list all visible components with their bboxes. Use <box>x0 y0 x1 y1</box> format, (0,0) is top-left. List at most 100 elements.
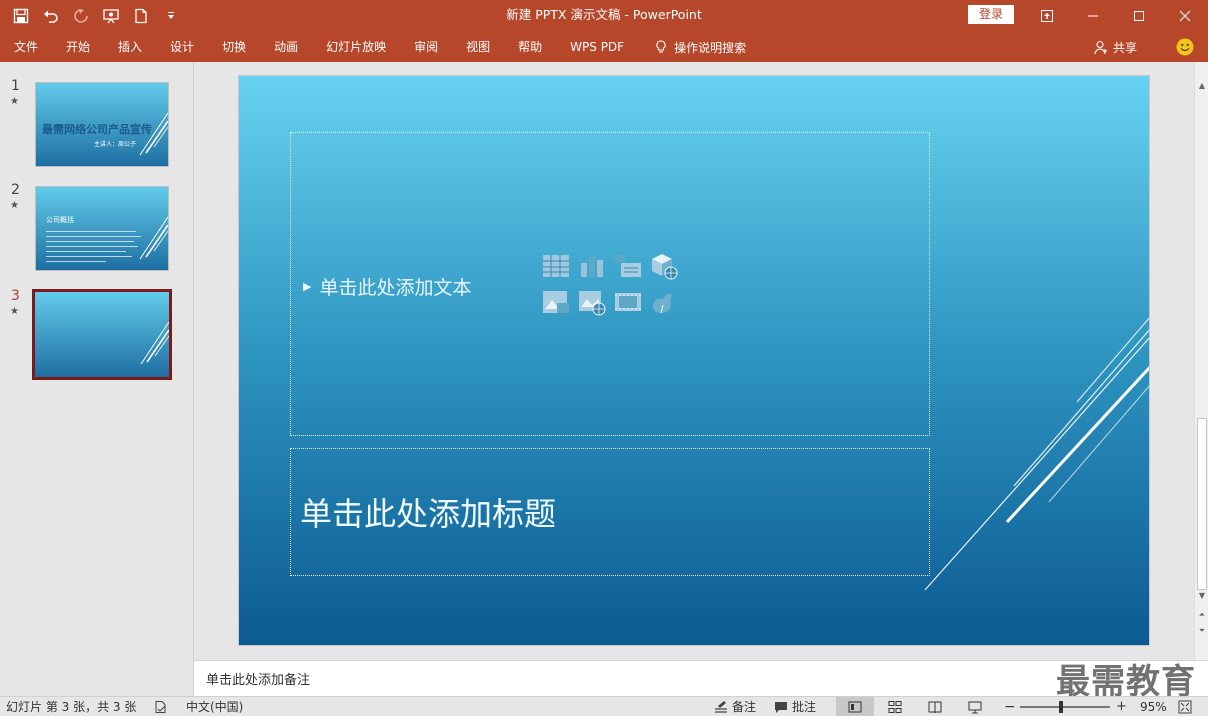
title-placeholder[interactable]: 单击此处添加标题 <box>290 448 930 576</box>
next-slide-icon[interactable]: ⏷ <box>1195 624 1208 638</box>
zoom-in-button[interactable]: + <box>1116 697 1127 716</box>
thumbnail-text-line <box>46 251 126 252</box>
customize-qat-icon[interactable] <box>158 3 184 29</box>
thumbnail-text-line <box>46 246 138 247</box>
thumbnail-text-line <box>46 231 136 232</box>
new-file-icon[interactable] <box>128 3 154 29</box>
comments-toggle-label: 批注 <box>792 700 817 714</box>
tab-help[interactable]: 帮助 <box>504 32 556 62</box>
share-button[interactable]: 共享 <box>1094 32 1137 62</box>
previous-slide-icon[interactable]: ⏶ <box>1195 608 1208 622</box>
slideshow-view-button[interactable] <box>956 697 994 716</box>
share-label: 共享 <box>1113 40 1138 55</box>
insert-online-picture-icon[interactable] <box>577 287 609 319</box>
notes-icon <box>715 701 727 713</box>
comments-toggle-button[interactable]: 批注 <box>774 697 816 716</box>
thumbnail-text-line <box>46 261 106 262</box>
tab-slideshow[interactable]: 幻灯片放映 <box>312 32 400 62</box>
tab-wps-pdf[interactable]: WPS PDF <box>556 32 638 62</box>
insert-table-icon[interactable] <box>541 251 573 283</box>
scrollbar-thumb[interactable] <box>1197 418 1207 590</box>
zoom-slider-thumb[interactable] <box>1059 701 1063 713</box>
content-placeholder-text: 单击此处添加文本 <box>319 277 472 299</box>
insert-picture-icon[interactable] <box>541 287 573 319</box>
tab-animations[interactable]: 动画 <box>260 32 312 62</box>
slide-number: 2 <box>11 182 20 198</box>
normal-view-button[interactable] <box>836 697 874 716</box>
content-placeholder[interactable]: ▶ 单击此处添加文本 <box>290 132 930 436</box>
insert-content-icons <box>541 251 685 319</box>
slide-editor: ▶ 单击此处添加文本 单击此处添加标题 <box>194 62 1194 660</box>
slideshow-icon <box>968 701 982 714</box>
notes-placeholder: 单击此处添加备注 <box>206 673 311 688</box>
current-slide[interactable]: ▶ 单击此处添加文本 单击此处添加标题 <box>238 75 1150 646</box>
tab-view[interactable]: 视图 <box>452 32 504 62</box>
animation-star-icon: ★ <box>10 306 19 317</box>
tab-design[interactable]: 设计 <box>156 32 208 62</box>
tell-me-label: 操作说明搜索 <box>674 40 747 55</box>
redo-icon[interactable] <box>68 3 94 29</box>
ribbon-display-options-icon[interactable] <box>1024 0 1070 32</box>
close-icon[interactable] <box>1162 0 1208 32</box>
decorative-lines-icon <box>139 112 168 156</box>
undo-icon[interactable] <box>38 3 64 29</box>
spell-check-icon[interactable] <box>154 697 168 716</box>
slideshow-from-start-icon[interactable] <box>98 3 124 29</box>
slide-thumbnails-pane: 1 ★ 最需网络公司产品宣传 主讲人：周公子 2 ★ 公司概括 3 ★ <box>0 62 194 696</box>
insert-chart-icon[interactable] <box>577 251 609 283</box>
notes-toggle-label: 备注 <box>732 700 757 714</box>
tab-insert[interactable]: 插入 <box>104 32 156 62</box>
slide-number: 3 <box>11 288 20 304</box>
tab-review[interactable]: 审阅 <box>400 32 452 62</box>
insert-3d-model-icon[interactable] <box>649 251 681 283</box>
lightbulb-icon <box>656 40 666 53</box>
zoom-slider[interactable] <box>1020 706 1110 708</box>
vertical-scrollbar[interactable]: ▲ ▼ ⏶ ⏷ <box>1194 62 1208 660</box>
insert-smartart-icon[interactable] <box>613 251 645 283</box>
tab-file[interactable]: 文件 <box>0 32 52 62</box>
scroll-down-icon[interactable]: ▼ <box>1195 588 1208 602</box>
thumbnail-text-line <box>46 241 134 242</box>
insert-video-icon[interactable] <box>613 287 645 319</box>
window-controls <box>1024 0 1208 32</box>
ribbon-tabs: 文件 开始 插入 设计 切换 动画 幻灯片放映 审阅 视图 帮助 WPS PDF… <box>0 32 1208 62</box>
slide-sorter-view-button[interactable] <box>876 697 914 716</box>
scroll-up-icon[interactable]: ▲ <box>1195 78 1208 92</box>
login-button[interactable]: 登录 <box>968 5 1014 24</box>
decorative-lines-icon <box>139 216 168 260</box>
reading-view-button[interactable] <box>916 697 954 716</box>
thumbnail-text-line <box>46 236 141 237</box>
thumbnail-text-line <box>46 256 132 257</box>
slide-thumbnail-2[interactable]: 公司概括 <box>35 186 169 271</box>
slide-counter: 幻灯片 第 3 张，共 3 张 <box>6 700 137 714</box>
fit-to-window-button[interactable] <box>1178 697 1192 716</box>
zoom-out-button[interactable]: − <box>1004 697 1016 716</box>
thumbnail-heading: 公司概括 <box>46 216 74 224</box>
tab-list: 文件 开始 插入 设计 切换 动画 幻灯片放映 审阅 视图 帮助 WPS PDF… <box>0 32 746 62</box>
slide-sorter-icon <box>888 701 902 713</box>
person-add-icon <box>1094 40 1107 54</box>
status-bar: 幻灯片 第 3 张，共 3 张 中文(中国) 备注 批注 − + 95% <box>0 696 1208 716</box>
smiley-feedback-icon[interactable] <box>1176 38 1194 56</box>
language-indicator[interactable]: 中文(中国) <box>186 697 243 716</box>
zoom-level[interactable]: 95% <box>1140 697 1167 716</box>
title-placeholder-text: 单击此处添加标题 <box>300 495 557 533</box>
tab-transitions[interactable]: 切换 <box>208 32 260 62</box>
reading-view-icon <box>928 701 942 714</box>
notes-toggle-button[interactable]: 备注 <box>714 697 756 716</box>
slide-thumbnail-3[interactable] <box>32 289 172 380</box>
insert-icons-icon[interactable] <box>649 287 681 319</box>
comment-icon <box>775 702 787 713</box>
slide-thumbnail-1[interactable]: 最需网络公司产品宣传 主讲人：周公子 <box>35 82 169 167</box>
save-icon[interactable] <box>8 3 34 29</box>
decorative-lines-icon <box>140 321 169 365</box>
tell-me-search[interactable]: 操作说明搜索 <box>638 32 746 62</box>
fit-to-window-icon <box>1178 700 1192 714</box>
animation-star-icon: ★ <box>10 96 19 107</box>
tab-home[interactable]: 开始 <box>52 32 104 62</box>
bullet-arrow-icon: ▶ <box>303 280 312 293</box>
minimize-icon[interactable] <box>1070 0 1116 32</box>
title-bar: 新建 PPTX 演示文稿 - PowerPoint 登录 <box>0 0 1208 32</box>
bullet-text: ▶ 单击此处添加文本 <box>303 273 471 300</box>
maximize-icon[interactable] <box>1116 0 1162 32</box>
